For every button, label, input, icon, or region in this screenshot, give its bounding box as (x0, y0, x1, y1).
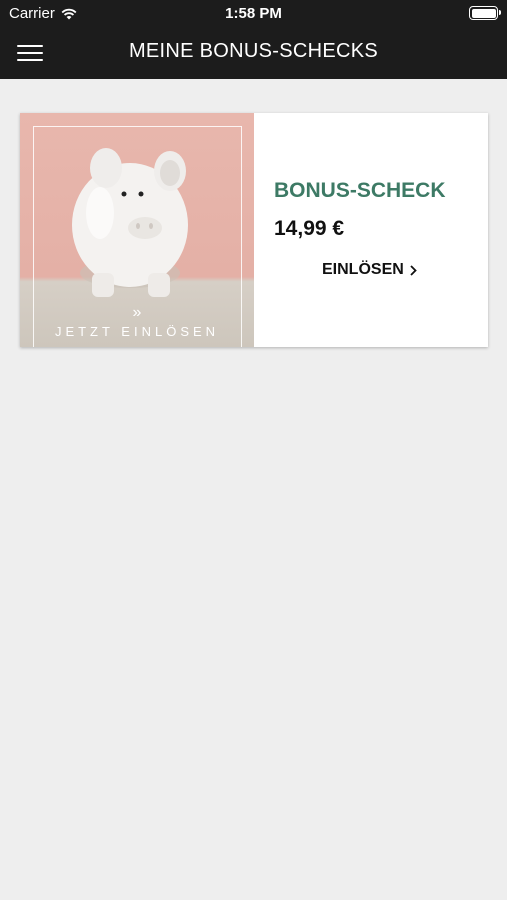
voucher-amount: 14,99 € (274, 217, 345, 240)
battery-fill (471, 8, 496, 18)
page-title: MEINE BONUS-SCHECKS (128, 40, 379, 62)
nav-bar: MEINE BONUS-SCHECKS (0, 26, 507, 79)
status-time: 1:58 PM (225, 5, 282, 22)
image-caption: JETZT EINLÖSEN (54, 324, 220, 339)
redeem-button[interactable]: EINLÖSEN (322, 261, 417, 279)
status-bar: Carrier 1:58 PM (0, 0, 507, 26)
voucher-info: BONUS-SCHECK 14,99 € EINLÖSEN (254, 113, 488, 347)
voucher-image[interactable]: » JETZT EINLÖSEN (20, 113, 254, 347)
voucher-label: BONUS-SCHECK (274, 179, 446, 202)
redeem-label: EINLÖSEN (322, 261, 404, 278)
chevron-right-icon (410, 264, 417, 276)
double-chevron-icon: » (132, 304, 142, 321)
battery-icon (469, 6, 501, 20)
voucher-card[interactable]: » JETZT EINLÖSEN BONUS-SCHECK 14,99 € EI… (20, 113, 488, 347)
